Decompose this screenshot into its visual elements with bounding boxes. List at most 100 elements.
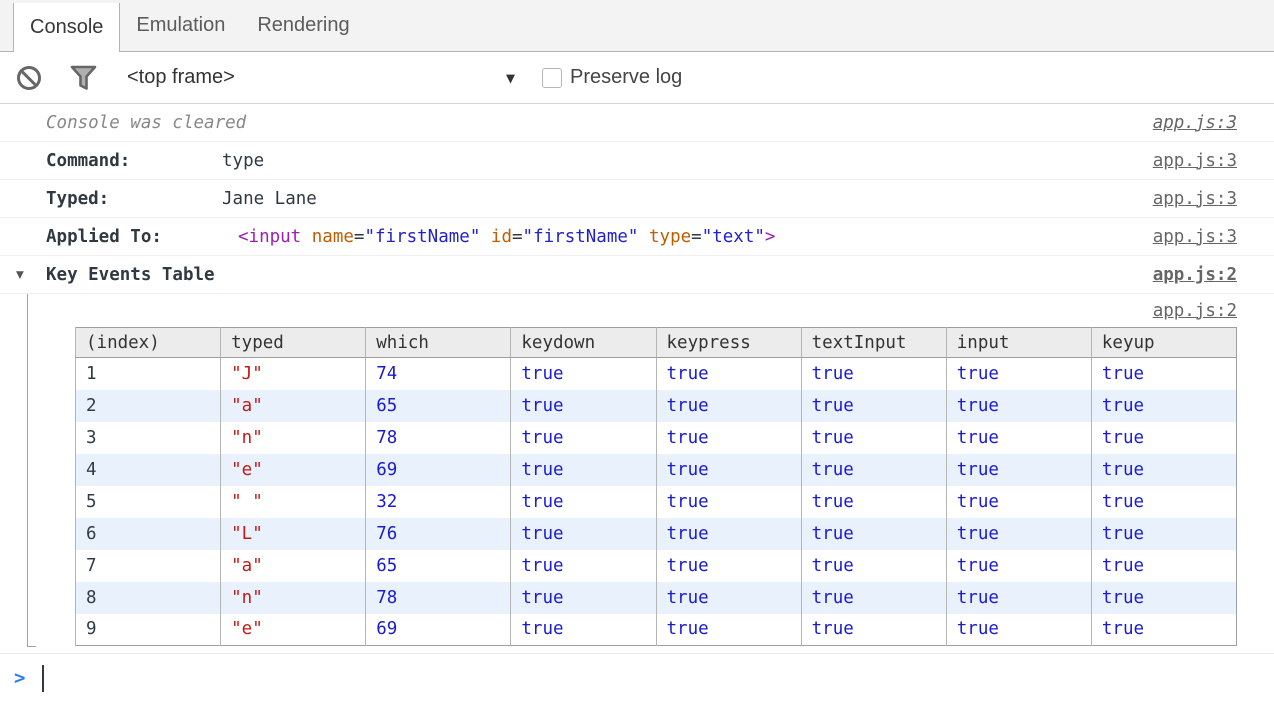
group-indent-guide — [27, 294, 36, 647]
token-val: "text" — [702, 227, 765, 247]
console-log: Console was cleared app.js:3 Command: ty… — [0, 104, 1274, 654]
cell-which: 65 — [366, 550, 511, 582]
cell-typed: "n" — [221, 582, 366, 614]
cell-keyup: true — [1091, 582, 1236, 614]
table-row[interactable]: 5" "32truetruetruetruetrue — [76, 486, 1237, 518]
cell-index: 9 — [76, 614, 221, 646]
tab-console[interactable]: Console — [13, 3, 120, 52]
disclosure-triangle-icon[interactable]: ▼ — [16, 267, 24, 282]
cell-keydown: true — [511, 518, 656, 550]
column-header-typed[interactable]: typed — [221, 328, 366, 358]
frame-selector-value: <top frame> — [127, 66, 235, 89]
console-message-applied-to: Applied To: <input name="firstName" id="… — [0, 218, 1274, 256]
filter-icon[interactable] — [70, 65, 97, 91]
preserve-log-checkbox[interactable] — [542, 68, 562, 88]
group-title: Key Events Table — [46, 265, 215, 285]
table-row[interactable]: 9"e"69truetruetruetruetrue — [76, 614, 1237, 646]
source-link[interactable]: app.js:2 — [1153, 265, 1237, 285]
source-link[interactable]: app.js:3 — [1153, 113, 1237, 133]
column-header-textInput[interactable]: textInput — [801, 328, 946, 358]
column-header-which[interactable]: which — [366, 328, 511, 358]
tab-rendering[interactable]: Rendering — [241, 0, 365, 51]
cell-input: true — [946, 454, 1091, 486]
chevron-down-icon: ▼ — [506, 69, 515, 87]
key-events-table: (index)typedwhichkeydownkeypresstextInpu… — [75, 327, 1237, 646]
cell-textInput: true — [801, 518, 946, 550]
html-element-preview[interactable]: <input name="firstName" id="firstName" t… — [238, 227, 775, 247]
cell-textInput: true — [801, 390, 946, 422]
message-label: Command: — [46, 151, 222, 171]
column-header-input[interactable]: input — [946, 328, 1091, 358]
cell-which: 76 — [366, 518, 511, 550]
cell-keydown: true — [511, 390, 656, 422]
cell-index: 2 — [76, 390, 221, 422]
funnel-icon — [70, 65, 97, 91]
cell-typed: "a" — [221, 390, 366, 422]
column-header-index[interactable]: (index) — [76, 328, 221, 358]
cell-textInput: true — [801, 614, 946, 646]
message-value: Jane Lane — [222, 189, 317, 209]
token-plain: = — [354, 227, 365, 247]
cell-which: 65 — [366, 390, 511, 422]
cell-keyup: true — [1091, 390, 1236, 422]
cell-input: true — [946, 550, 1091, 582]
table-row[interactable]: 3"n"78truetruetruetruetrue — [76, 422, 1237, 454]
preserve-log-label[interactable]: Preserve log — [570, 66, 682, 89]
table-row[interactable]: 8"n"78truetruetruetruetrue — [76, 582, 1237, 614]
cell-index: 3 — [76, 422, 221, 454]
cell-keydown: true — [511, 422, 656, 454]
column-header-keyup[interactable]: keyup — [1091, 328, 1236, 358]
token-plain — [638, 227, 649, 247]
cell-keypress: true — [656, 422, 801, 454]
devtools-tab-bar: Console Emulation Rendering — [0, 0, 1274, 52]
table-row[interactable]: 7"a"65truetruetruetruetrue — [76, 550, 1237, 582]
cell-input: true — [946, 614, 1091, 646]
cell-which: 78 — [366, 582, 511, 614]
source-link[interactable]: app.js:3 — [1153, 151, 1237, 171]
cell-keypress: true — [656, 358, 801, 390]
source-link[interactable]: app.js:2 — [1153, 301, 1237, 321]
column-header-keypress[interactable]: keypress — [656, 328, 801, 358]
source-link[interactable]: app.js:3 — [1153, 227, 1237, 247]
cell-keyup: true — [1091, 518, 1236, 550]
cell-textInput: true — [801, 422, 946, 454]
console-toolbar: <top frame> ▼ Preserve log — [0, 52, 1274, 104]
frame-selector-dropdown[interactable]: <top frame> ▼ — [127, 66, 515, 89]
table-row[interactable]: 1"J"74truetruetruetruetrue — [76, 358, 1237, 390]
tab-emulation[interactable]: Emulation — [120, 0, 241, 51]
cell-textInput: true — [801, 486, 946, 518]
message-label: Applied To: — [46, 227, 238, 247]
cell-keyup: true — [1091, 358, 1236, 390]
cell-which: 69 — [366, 614, 511, 646]
cell-index: 6 — [76, 518, 221, 550]
cell-which: 78 — [366, 422, 511, 454]
table-row[interactable]: 2"a"65truetruetruetruetrue — [76, 390, 1237, 422]
column-header-keydown[interactable]: keydown — [511, 328, 656, 358]
cell-keypress: true — [656, 390, 801, 422]
cell-input: true — [946, 582, 1091, 614]
console-group-header-key-events-table[interactable]: ▼ Key Events Table app.js:2 — [0, 256, 1274, 294]
console-message-cleared: Console was cleared app.js:3 — [0, 104, 1274, 142]
token-attr: name — [312, 227, 354, 247]
cell-input: true — [946, 518, 1091, 550]
clear-console-icon[interactable] — [17, 66, 41, 90]
token-tag: <input — [238, 227, 301, 247]
text-cursor — [42, 665, 44, 692]
table-row[interactable]: 6"L"76truetruetruetruetrue — [76, 518, 1237, 550]
cell-textInput: true — [801, 358, 946, 390]
source-link[interactable]: app.js:3 — [1153, 189, 1237, 209]
cell-keydown: true — [511, 582, 656, 614]
token-plain: = — [512, 227, 523, 247]
table-row[interactable]: 4"e"69truetruetruetruetrue — [76, 454, 1237, 486]
token-val: "firstName" — [523, 227, 639, 247]
cell-input: true — [946, 358, 1091, 390]
cell-index: 5 — [76, 486, 221, 518]
token-tag: > — [765, 227, 776, 247]
cell-keydown: true — [511, 550, 656, 582]
key-events-table-header: (index)typedwhichkeydownkeypresstextInpu… — [76, 328, 1237, 358]
token-plain — [480, 227, 491, 247]
cell-keydown: true — [511, 486, 656, 518]
console-prompt-input[interactable]: > — [0, 654, 1274, 702]
cell-keydown: true — [511, 358, 656, 390]
cell-keyup: true — [1091, 486, 1236, 518]
